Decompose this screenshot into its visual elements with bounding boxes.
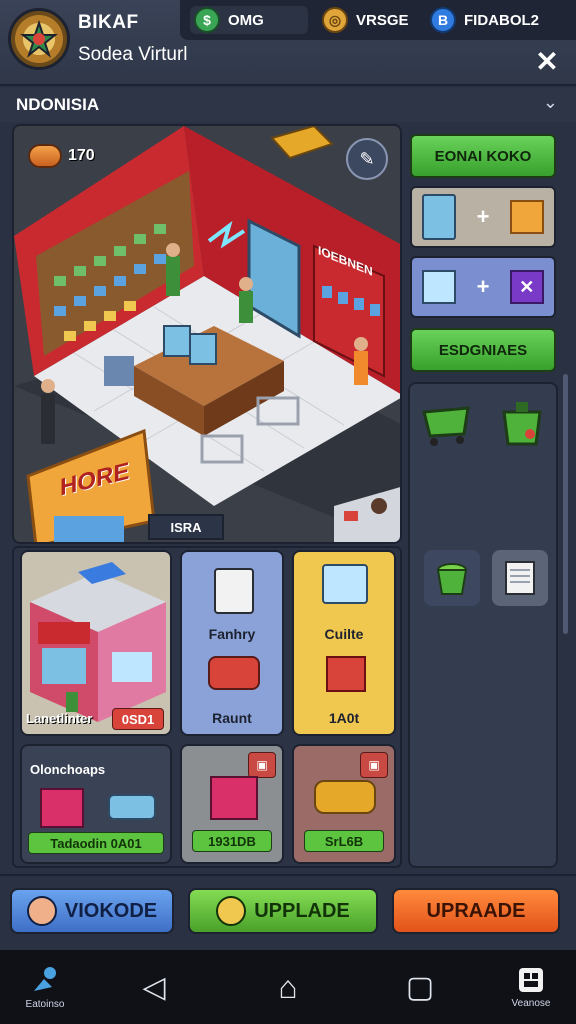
bucket-icon[interactable] — [424, 550, 480, 606]
scene-counter[interactable]: 170 — [28, 144, 95, 168]
resource-gold[interactable]: ◎ VRSGE — [322, 6, 409, 34]
viokode-label: VIOKODE — [64, 899, 158, 922]
wrench-icon — [216, 896, 247, 926]
system-nav-bar: Eatoinso ◁ ⌂ ▢ Veanose — [0, 950, 576, 1024]
box-icon — [509, 200, 544, 234]
pencil-icon: ✎ — [359, 148, 375, 169]
combo-slot-2[interactable]: + ✕ — [410, 256, 556, 318]
shuffle-icon: ✕ — [509, 270, 544, 304]
yellow-car-icon — [314, 780, 376, 814]
scene-counter-value: 170 — [68, 147, 95, 164]
card-3-label: 1A0t — [328, 710, 360, 726]
region-label: NDONISIA — [16, 95, 100, 114]
app-name: BIKAF — [78, 12, 139, 33]
card-5-price[interactable]: 1931DB — [192, 830, 272, 852]
combo-slot-1[interactable]: + — [410, 186, 556, 248]
card-store-building[interactable]: Lanetlinter 0SD1 — [20, 550, 172, 736]
card-2-title: Fanhry — [208, 626, 256, 642]
second-green-button[interactable]: ESDGNIAES — [410, 328, 556, 372]
card-yellow-car[interactable]: ▣ SrL6B — [292, 744, 396, 864]
red-car-icon — [208, 656, 260, 690]
resource-gold-value: VRSGE — [356, 11, 409, 29]
action-bar: VIOKODE UPPLADE UPRAADE — [0, 874, 576, 948]
card-4-price[interactable]: Tadaodin 0A01 — [28, 832, 164, 854]
edit-button[interactable]: ✎ — [346, 138, 388, 180]
card-2-label: Raunt — [212, 710, 252, 726]
cash-icon: $ — [194, 7, 220, 33]
store-logo-icon[interactable] — [8, 8, 70, 70]
card-olonchoaps[interactable]: Olonchoaps Tadaodin 0A01 — [20, 744, 172, 864]
map-pin-icon — [34, 966, 56, 991]
gem-icon: B — [430, 7, 456, 33]
viokode-button[interactable]: VIOKODE — [10, 888, 174, 934]
region-selector[interactable]: NDONISIA ⌄ — [0, 88, 576, 122]
card-1-label: Lanetlinter — [26, 711, 93, 726]
top-green-button[interactable]: EONAI KOKO — [410, 134, 556, 178]
lock-icon: ▣ — [248, 752, 276, 778]
card-fanhry[interactable]: Fanhry Raunt — [180, 550, 284, 736]
chevron-down-icon: ⌄ — [542, 92, 558, 112]
fridge-icon — [422, 194, 457, 240]
nav-recents-icon[interactable]: ▢ — [400, 950, 440, 1024]
cube-icon — [422, 270, 457, 304]
card-4-title: Olonchoaps — [30, 762, 106, 777]
shop-cards-grid: Lanetlinter 0SD1 Fanhry Raunt Cuilte 1A0… — [12, 546, 402, 868]
app-grid-icon — [519, 967, 543, 992]
store-scene[interactable]: 170 ✎ HORE IOEBNEN ISRA — [12, 124, 402, 544]
cart-green-icon[interactable] — [418, 394, 474, 450]
monitor-icon — [322, 564, 368, 604]
nav-left-app[interactable]: Eatoinso — [10, 950, 80, 1024]
resource-gem-value: FIDABOL2 — [464, 11, 539, 29]
combo-plus-2: + — [476, 274, 490, 299]
game-screen: BIKAF Sodea Virturl $ OMG ◎ VRSGE B FIDA… — [0, 0, 576, 1024]
crate-icon — [326, 656, 366, 692]
hand-icon — [26, 896, 57, 926]
shelf-white-icon[interactable] — [492, 550, 548, 606]
nav-right-app[interactable]: Veanose — [496, 950, 566, 1024]
pill-box-icon — [108, 794, 156, 820]
dynamite-icon — [28, 144, 62, 168]
upplade-button[interactable]: UPPLADE — [188, 888, 378, 934]
card-register[interactable]: ▣ 1931DB — [180, 744, 284, 864]
resource-cash[interactable]: $ OMG — [190, 6, 308, 34]
card-3-title: Cuilte — [324, 626, 364, 642]
nav-right-label: Veanose — [511, 997, 551, 1009]
printer-icon — [214, 568, 254, 614]
gift-box-icon — [40, 788, 84, 828]
upplade-label: UPPLADE — [254, 899, 350, 922]
nav-home-icon[interactable]: ⌂ — [268, 950, 308, 1024]
scene-tag: ISRA — [148, 514, 224, 540]
panel-scrollbar[interactable] — [563, 374, 568, 634]
lock-icon: ▣ — [360, 752, 388, 778]
right-panel: EONAI KOKO + + ✕ ESDGNIAES — [404, 124, 568, 868]
card-1-price[interactable]: 0SD1 — [112, 708, 164, 730]
combo-plus-1: + — [476, 204, 490, 229]
equipment-panel — [408, 382, 558, 868]
top-bar: BIKAF Sodea Virturl $ OMG ◎ VRSGE B FIDA… — [0, 0, 576, 86]
nav-left-label: Eatoinso — [25, 998, 65, 1010]
bin-green-icon[interactable] — [494, 394, 550, 450]
card-cuilte[interactable]: Cuilte 1A0t — [292, 550, 396, 736]
upraade-label: UPRAADE — [426, 899, 526, 922]
upraade-button[interactable]: UPRAADE — [392, 888, 560, 934]
card-6-price[interactable]: SrL6B — [304, 830, 384, 852]
nav-back-icon[interactable]: ◁ — [134, 950, 174, 1024]
resource-cash-value: OMG — [228, 11, 264, 29]
gold-coin-icon: ◎ — [322, 7, 348, 33]
resource-gem[interactable]: B FIDABOL2 — [430, 6, 539, 34]
app-subtitle: Sodea Virturl — [78, 44, 188, 65]
close-button[interactable]: ✕ — [532, 46, 562, 77]
register-icon — [210, 776, 258, 820]
